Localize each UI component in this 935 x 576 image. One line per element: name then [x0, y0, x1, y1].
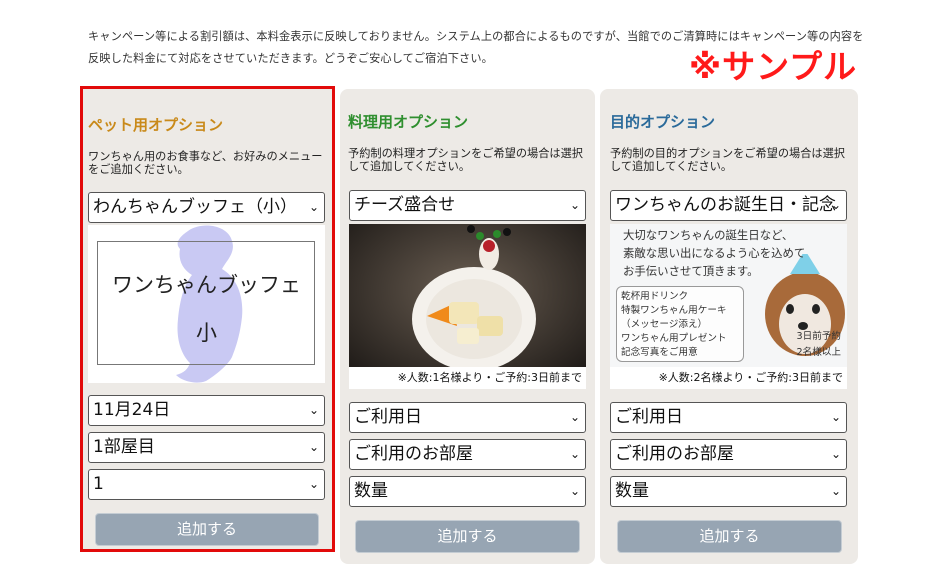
purpose-image-text-1: 大切なワンちゃんの誕生日など、	[623, 228, 794, 242]
cooking-menu-select[interactable]: チーズ盛合せ ⌄	[349, 190, 586, 221]
chevron-down-icon: ⌄	[569, 410, 580, 424]
chevron-down-icon: ⌄	[830, 447, 841, 461]
pet-date-select[interactable]: 11月24日 ⌄	[88, 395, 325, 426]
cooking-quantity-select[interactable]: 数量 ⌄	[349, 476, 586, 507]
pet-quantity-select[interactable]: 1 ⌄	[88, 469, 325, 500]
includes-item: 特製ワンちゃん用ケーキ	[621, 305, 727, 316]
cooking-image-note: ※人数:1名様より・ご予約:3日前まで	[349, 367, 586, 389]
pet-menu-select[interactable]: わんちゃんブッフェ（小） ⌄	[88, 192, 325, 223]
purpose-menu-select[interactable]: ワンちゃんのお誕生日・記念 ⌄	[610, 190, 847, 221]
purpose-add-button[interactable]: 追加する	[617, 520, 842, 553]
cheese-platter-photo	[349, 224, 586, 389]
chevron-down-icon: ⌄	[308, 200, 319, 214]
purpose-image-text-3: お手伝いさせて頂きます。	[623, 264, 759, 278]
pet-option-image: ワンちゃんブッフェ 小	[88, 225, 325, 383]
cooking-option-panel: 料理用オプション 予約制の料理オプションをご希望の場合は選択して追加してください…	[340, 89, 595, 564]
pet-date-select-value: 11月24日	[93, 400, 171, 420]
pet-image-caption-2: 小	[196, 321, 217, 345]
pet-menu-select-value: わんちゃんブッフェ（小）	[93, 197, 297, 217]
purpose-date-select[interactable]: ご利用日 ⌄	[610, 402, 847, 433]
chevron-down-icon: ⌄	[830, 198, 841, 212]
purpose-option-title: 目的オプション	[610, 113, 716, 131]
purpose-image-includes-box: 乾杯用ドリンク 特製ワンちゃん用ケーキ （メッセージ添え） ワンちゃん用プレゼン…	[616, 286, 744, 362]
pet-quantity-select-value: 1	[93, 474, 104, 494]
chevron-down-icon: ⌄	[569, 447, 580, 461]
chevron-down-icon: ⌄	[308, 477, 319, 491]
chevron-down-icon: ⌄	[308, 403, 319, 417]
chevron-down-icon: ⌄	[830, 484, 841, 498]
cooking-add-button[interactable]: 追加する	[355, 520, 580, 553]
cooking-menu-select-value: チーズ盛合せ	[354, 195, 456, 215]
purpose-image-text-2: 素敵な思い出になるよう心を込めて	[623, 246, 806, 260]
purpose-room-select-value: ご利用のお部屋	[615, 444, 734, 464]
includes-item: ワンちゃん用プレゼント	[621, 333, 727, 344]
chevron-down-icon: ⌄	[569, 484, 580, 498]
includes-item: （メッセージ添え）	[621, 319, 708, 330]
purpose-menu-select-value: ワンちゃんのお誕生日・記念	[615, 195, 836, 215]
purpose-option-description: 予約制の目的オプションをご希望の場合は選択して追加してください。	[610, 147, 845, 173]
pet-option-title: ペット用オプション	[88, 116, 224, 134]
pet-room-select[interactable]: 1部屋目 ⌄	[88, 432, 325, 463]
cooking-date-select-value: ご利用日	[354, 407, 422, 427]
purpose-image-side-1: 3日前予約	[796, 331, 841, 342]
chevron-down-icon: ⌄	[569, 198, 580, 212]
chevron-down-icon: ⌄	[308, 440, 319, 454]
cheese-plate-illustration	[349, 224, 586, 389]
pet-room-select-value: 1部屋目	[93, 437, 155, 457]
purpose-image-side-2: 2名様以上	[796, 347, 841, 358]
pet-add-button[interactable]: 追加する	[95, 513, 319, 546]
cooking-option-description: 予約制の料理オプションをご希望の場合は選択して追加してください。	[348, 147, 583, 173]
cooking-option-title: 料理用オプション	[348, 113, 469, 131]
purpose-quantity-select-value: 数量	[615, 481, 649, 501]
cooking-room-select-value: ご利用のお部屋	[354, 444, 473, 464]
sample-label: ※サンプル	[689, 47, 858, 86]
pet-image-caption-1: ワンちゃんブッフェ	[112, 273, 301, 297]
purpose-room-select[interactable]: ご利用のお部屋 ⌄	[610, 439, 847, 470]
purpose-date-select-value: ご利用日	[615, 407, 683, 427]
cooking-date-select[interactable]: ご利用日 ⌄	[349, 402, 586, 433]
purpose-quantity-select[interactable]: 数量 ⌄	[610, 476, 847, 507]
includes-item: 乾杯用ドリンク	[621, 291, 689, 302]
includes-item: 記念写真をご用意	[621, 347, 698, 358]
cooking-quantity-select-value: 数量	[354, 481, 388, 501]
purpose-option-panel: 目的オプション 予約制の目的オプションをご希望の場合は選択して追加してください。…	[600, 89, 858, 564]
pet-option-panel: ペット用オプション ワンちゃん用のお食事など、お好みのメニューをご追加ください。…	[80, 86, 335, 552]
pet-option-description: ワンちゃん用のお食事など、お好みのメニューをご追加ください。	[88, 150, 323, 176]
cooking-room-select[interactable]: ご利用のお部屋 ⌄	[349, 439, 586, 470]
purpose-image-note: ※人数:2名様より・ご予約:3日前まで	[610, 367, 847, 389]
birthday-option-image: 大切なワンちゃんの誕生日など、 素敵な思い出になるよう心を込めて お手伝いさせて…	[610, 224, 847, 389]
chevron-down-icon: ⌄	[830, 410, 841, 424]
